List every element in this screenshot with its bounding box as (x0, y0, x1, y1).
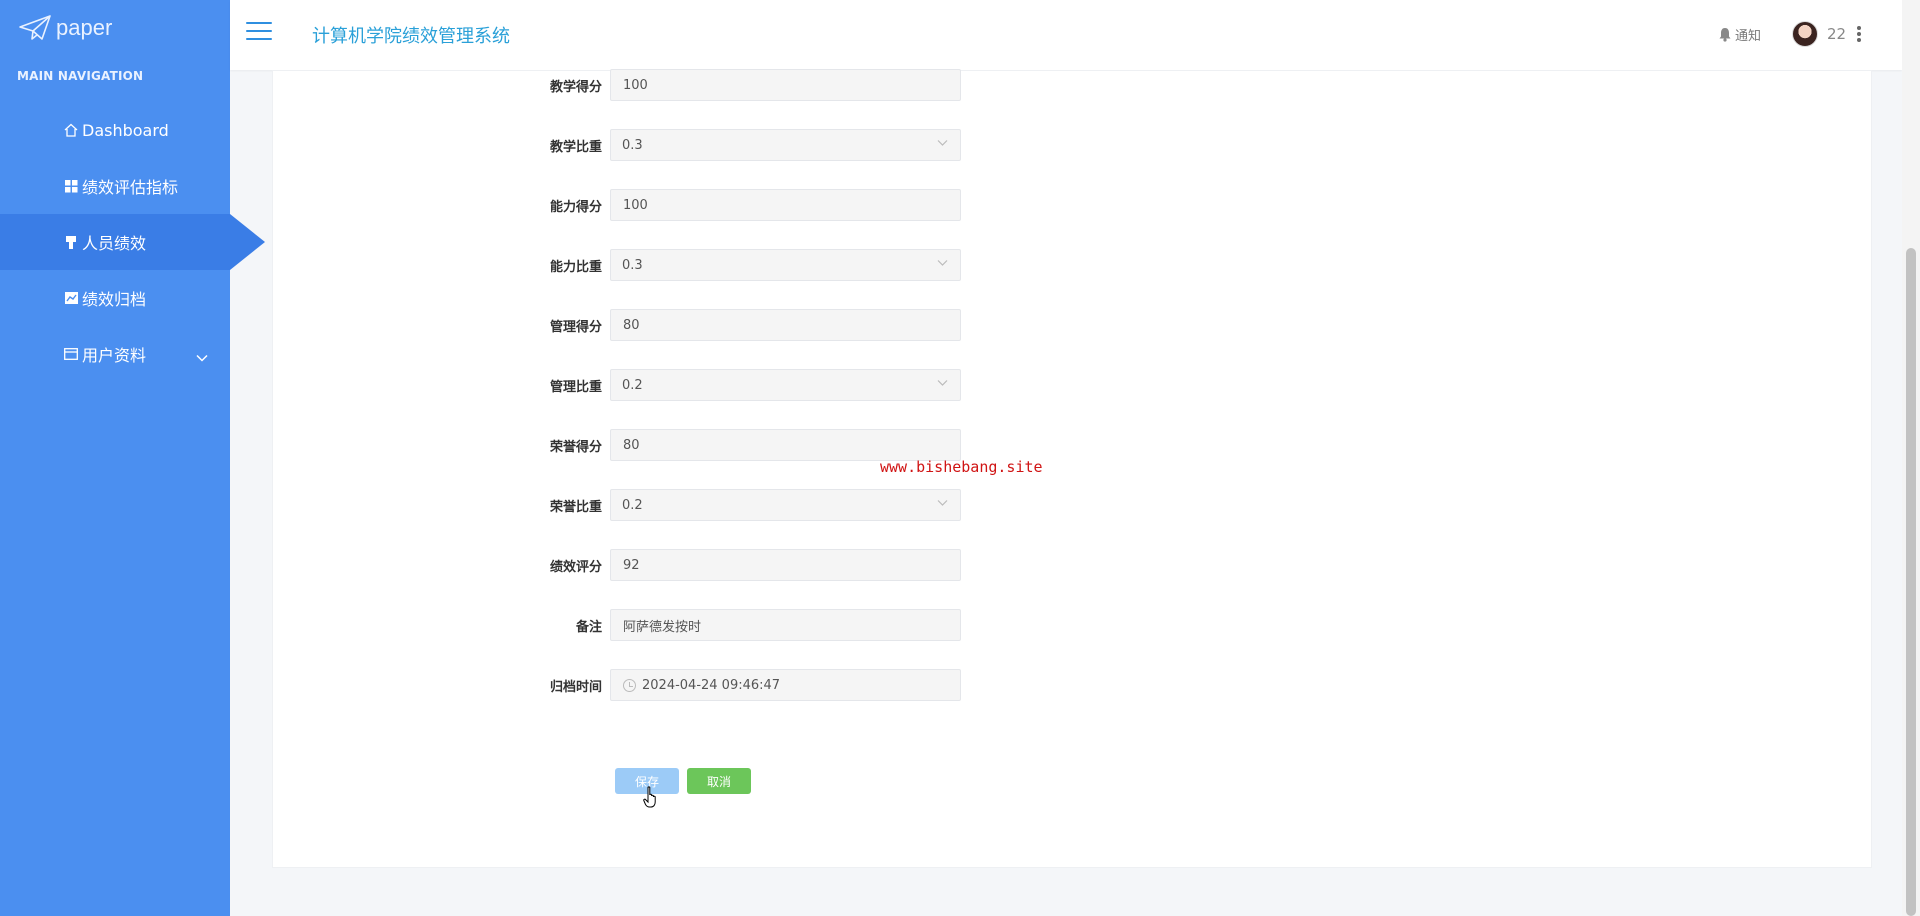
field-value: 阿萨德发按时 (623, 619, 702, 635)
field-value: 0.3 (622, 257, 643, 273)
remarks-input[interactable]: 阿萨德发按时 (610, 609, 961, 641)
field-value: 100 (623, 197, 648, 213)
field-value: 0.2 (622, 377, 643, 393)
field-value: 80 (623, 317, 640, 333)
field-label: 备注 (575, 619, 602, 635)
avatar[interactable] (1792, 21, 1818, 47)
chevron-down-icon (937, 260, 948, 266)
ability-score-input[interactable]: 100 (610, 189, 961, 221)
sidebar-item-label: 绩效归档 (82, 290, 147, 309)
home-icon (63, 122, 79, 138)
field-value: 92 (623, 557, 640, 573)
bell-icon (1719, 28, 1731, 42)
notification-label: 通知 (1735, 29, 1762, 44)
notification-button[interactable]: 通知 (1718, 25, 1761, 44)
field-label: 荣誉得分 (549, 439, 602, 455)
more-options-icon[interactable] (1856, 26, 1862, 44)
card-icon (63, 346, 79, 362)
logo-text: paper (56, 15, 113, 40)
management-weight-select[interactable]: 0.2 (610, 369, 961, 401)
field-label: 归档时间 (549, 679, 602, 695)
field-value: 80 (623, 437, 640, 453)
ability-weight-select[interactable]: 0.3 (610, 249, 961, 281)
top-header: 计算机学院绩效管理系统 通知 22 (230, 0, 1902, 70)
chevron-down-icon[interactable] (196, 347, 208, 366)
honor-weight-select[interactable]: 0.2 (610, 489, 961, 521)
sidebar-item-dashboard[interactable]: Dashboard (0, 102, 230, 158)
management-score-input[interactable]: 80 (610, 309, 961, 341)
performance-score-input[interactable]: 92 (610, 549, 961, 581)
person-icon (63, 234, 79, 250)
chevron-down-icon (937, 500, 948, 506)
scrollbar-thumb[interactable] (1906, 248, 1916, 916)
teaching-weight-select[interactable]: 0.3 (610, 129, 961, 161)
archive-time-picker[interactable]: 2024-04-24 09:46:47 (610, 669, 961, 701)
field-value: 2024-04-24 09:46:47 (642, 677, 781, 693)
sidebar-item-performance-archive[interactable]: 绩效归档 (0, 270, 230, 326)
field-value: 0.3 (622, 137, 643, 153)
field-value: 0.2 (622, 497, 643, 513)
logo[interactable]: paper (18, 14, 112, 42)
honor-score-input[interactable]: 80 (610, 429, 961, 461)
sidebar-item-staff-performance[interactable]: 人员绩效 (0, 214, 265, 270)
sidebar: paper MAIN NAVIGATION Dashboard 绩效评估指标 人… (0, 0, 265, 916)
field-label: 荣誉比重 (549, 499, 602, 515)
grid-icon (63, 178, 79, 194)
user-name[interactable]: 22 (1827, 25, 1846, 43)
hand-cursor-icon (643, 786, 656, 808)
teaching-score-input[interactable]: 100 (610, 69, 961, 101)
vertical-scrollbar[interactable] (1902, 0, 1920, 916)
sidebar-item-user-profile[interactable]: 用户资料 (0, 326, 230, 382)
sidebar-item-label: 绩效评估指标 (82, 178, 179, 197)
cancel-button[interactable]: 取消 (687, 768, 751, 794)
sidebar-item-label: 人员绩效 (82, 234, 147, 253)
clock-icon (623, 678, 636, 692)
sidebar-item-label: 用户资料 (82, 346, 147, 365)
sidebar-item-performance-indicators[interactable]: 绩效评估指标 (0, 158, 230, 214)
watermark: www.bishebang.site (880, 458, 1043, 476)
field-label: 能力比重 (549, 259, 602, 275)
field-label: 管理得分 (549, 319, 602, 335)
field-label: 能力得分 (549, 199, 602, 215)
field-label: 绩效评分 (549, 559, 602, 575)
chevron-down-icon (937, 380, 948, 386)
app-title: 计算机学院绩效管理系统 (312, 26, 510, 47)
field-label: 教学比重 (549, 139, 602, 155)
menu-toggle-icon[interactable] (246, 22, 272, 44)
nav-section-title: MAIN NAVIGATION (17, 69, 144, 83)
sidebar-item-label: Dashboard (82, 120, 169, 140)
chart-icon (63, 290, 79, 306)
field-label: 教学得分 (549, 79, 602, 95)
field-label: 管理比重 (549, 379, 602, 395)
paper-plane-icon (19, 15, 51, 40)
content-card (272, 70, 1872, 868)
sidebar-nav: Dashboard 绩效评估指标 人员绩效 绩效归档 用户资料 (0, 102, 265, 382)
field-value: 100 (623, 77, 648, 93)
chevron-down-icon (937, 140, 948, 146)
